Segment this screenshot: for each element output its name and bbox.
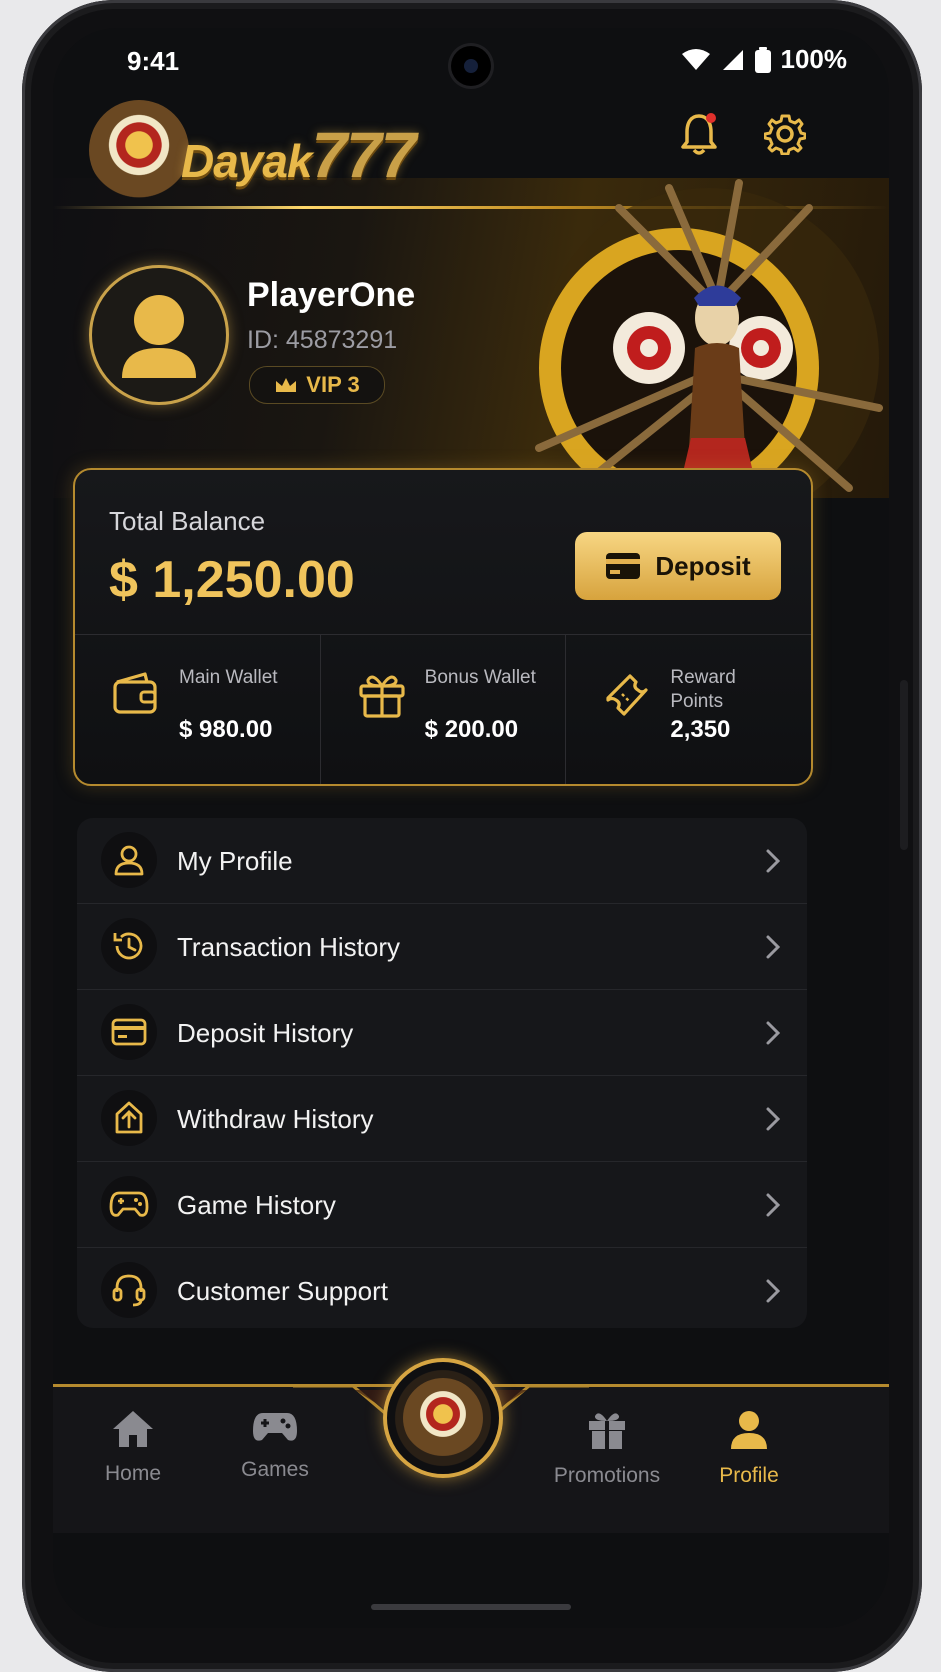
reward-points[interactable]: Reward Points 2,350: [565, 634, 811, 784]
menu-item-my-profile[interactable]: My Profile: [77, 818, 807, 904]
history-icon: [113, 932, 143, 960]
menu-icon-wrap: [101, 918, 157, 974]
nav-label: Games: [241, 1458, 309, 1481]
menu-icon-wrap: [101, 832, 157, 888]
deposit-button[interactable]: Deposit: [575, 532, 781, 600]
menu-item-transaction-history[interactable]: Transaction History: [77, 904, 807, 990]
wifi-icon: [681, 48, 710, 70]
menu-icon-wrap: [101, 1176, 157, 1232]
brand-logo: Dayak777: [89, 96, 449, 228]
battery-percent: 100%: [780, 44, 848, 74]
wallet-icon: [113, 672, 157, 714]
nav-label: Home: [104, 1462, 162, 1485]
ticket-icon: [606, 674, 648, 716]
vip-level: VIP 3: [306, 372, 360, 397]
account-menu: My Profile Transaction History Deposit H…: [77, 818, 807, 1328]
vip-badge: VIP 3: [249, 366, 385, 404]
user-icon: [731, 1411, 767, 1449]
menu-label: My Profile: [177, 846, 293, 876]
gamepad-icon: [253, 1413, 297, 1441]
mascot-logo-icon: [89, 100, 189, 200]
card-icon: [111, 1018, 147, 1046]
menu-label: Customer Support: [177, 1276, 388, 1306]
battery-icon: [754, 46, 771, 73]
dayak-dancer-artwork: [535, 179, 883, 498]
balance-card: Total Balance $ 1,250.00 Deposit Main Wa…: [73, 468, 813, 786]
home-icon: [113, 1411, 153, 1447]
brand-wordmark: Dayak777: [181, 118, 417, 192]
menu-icon-wrap: [101, 1090, 157, 1146]
brand-number: 777: [311, 119, 417, 191]
chevron-right-icon: [766, 1279, 781, 1303]
wallet-name: Main Wallet: [179, 667, 278, 688]
upload-icon: [115, 1101, 143, 1134]
user-icon: [114, 845, 144, 876]
menu-label: Withdraw History: [177, 1104, 374, 1134]
menu-label: Transaction History: [177, 932, 400, 962]
wallet-value: $ 980.00: [179, 716, 273, 743]
power-button: [900, 680, 908, 850]
menu-item-customer-support[interactable]: Customer Support: [77, 1248, 807, 1328]
chevron-right-icon: [766, 935, 781, 959]
wallet-name: Bonus Wallet: [424, 667, 536, 688]
crown-icon: [276, 378, 297, 392]
gamepad-icon: [109, 1191, 149, 1217]
nav-center-button[interactable]: [383, 1358, 503, 1478]
user-avatar-icon: [122, 295, 196, 378]
nav-label: Profile: [719, 1464, 779, 1487]
main-wallet[interactable]: Main Wallet $ 980.00: [75, 634, 320, 784]
menu-label: Deposit History: [177, 1018, 354, 1048]
headset-icon: [112, 1274, 146, 1307]
notification-button[interactable]: [673, 108, 725, 160]
chevron-right-icon: [766, 1193, 781, 1217]
deposit-label: Deposit: [655, 550, 751, 581]
username: PlayerOne: [247, 276, 416, 314]
chevron-right-icon: [766, 1107, 781, 1131]
user-id: ID: 45873291: [247, 326, 398, 354]
wallet-summary: Main Wallet $ 980.00 Bonus Wallet $ 200.…: [75, 634, 811, 784]
gear-icon: [764, 114, 806, 155]
nav-label: Promotions: [553, 1464, 661, 1487]
wallet-value: 2,350: [670, 716, 731, 743]
mascot-logo-icon: [403, 1378, 483, 1458]
menu-item-withdraw-history[interactable]: Withdraw History: [77, 1076, 807, 1162]
wallet-value: $ 200.00: [424, 716, 519, 743]
menu-icon-wrap: [101, 1262, 157, 1318]
nav-home[interactable]: Home: [73, 1409, 193, 1486]
total-balance-label: Total Balance: [109, 506, 266, 536]
front-camera: [451, 46, 491, 86]
bonus-wallet[interactable]: Bonus Wallet $ 200.00: [319, 634, 566, 784]
home-indicator: [371, 1604, 571, 1610]
settings-button[interactable]: [759, 108, 811, 160]
menu-item-game-history[interactable]: Game History: [77, 1162, 807, 1248]
app-screen: 9:41 100% Dayak777 PlayerOne ID: 4587329…: [53, 28, 889, 1628]
wallet-name: Reward Points: [670, 667, 736, 712]
gift-icon: [589, 1413, 625, 1449]
chevron-right-icon: [766, 849, 781, 873]
nav-profile[interactable]: Profile: [689, 1409, 809, 1488]
menu-item-deposit-history[interactable]: Deposit History: [77, 990, 807, 1076]
chevron-right-icon: [766, 1021, 781, 1045]
brand-name: Dayak: [181, 135, 313, 187]
signal-icon: [722, 49, 743, 70]
status-icons: 100%: [681, 44, 848, 75]
gift-icon: [359, 675, 405, 718]
avatar[interactable]: [89, 265, 229, 405]
total-balance-amount: $ 1,250.00: [109, 551, 355, 609]
bell-icon: [681, 113, 717, 155]
card-icon: [606, 553, 641, 579]
status-time: 9:41: [127, 46, 180, 76]
status-bar: 9:41 100%: [53, 28, 889, 96]
menu-label: Game History: [177, 1190, 336, 1220]
menu-icon-wrap: [101, 1004, 157, 1060]
